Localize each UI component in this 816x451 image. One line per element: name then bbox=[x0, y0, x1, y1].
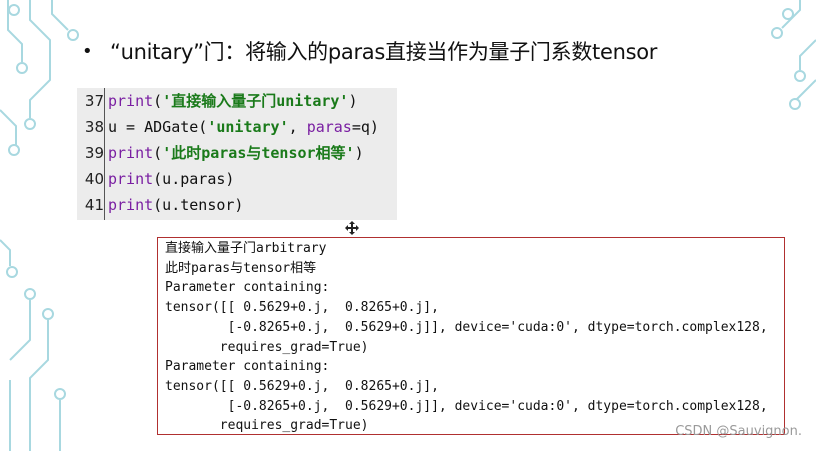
code-token: ( bbox=[153, 92, 163, 110]
code-line: 40 print(u.paras) bbox=[77, 166, 235, 192]
code-line: 41 print(u.tensor) bbox=[77, 192, 244, 218]
code-token: ) bbox=[354, 144, 364, 162]
output-line: tensor([[ 0.5629+0.j, 0.8265+0.j], bbox=[165, 300, 439, 316]
code-token: ( bbox=[153, 144, 163, 162]
slide-heading-text: “unitary”门：将输入的paras直接当作为量子门系数tensor bbox=[110, 40, 658, 64]
code-token: '直接输入量子门unitary' bbox=[162, 92, 349, 110]
output-line: Parameter containing: bbox=[165, 359, 330, 375]
output-line: 直接输入量子门arbitrary bbox=[165, 241, 327, 256]
output-line: requires_grad=True) bbox=[165, 418, 369, 434]
watermark: CSDN @Sauvignon. bbox=[675, 424, 802, 439]
output-line: 此时paras与tensor相等 bbox=[165, 260, 317, 276]
output-line: requires_grad=True) bbox=[165, 339, 369, 355]
line-number: 40 bbox=[84, 170, 104, 188]
line-number: 37 bbox=[84, 92, 104, 110]
code-token: print bbox=[108, 196, 154, 214]
code-token: (u.tensor) bbox=[153, 196, 244, 214]
code-source: print('直接输入量子门unitary') bbox=[104, 88, 358, 114]
code-line: 39 print('此时paras与tensor相等') bbox=[77, 140, 364, 166]
line-number: 39 bbox=[84, 144, 104, 162]
output-line: [-0.8265+0.j, 0.5629+0.j]], device='cuda… bbox=[165, 398, 768, 414]
output-line: Parameter containing: bbox=[165, 280, 330, 296]
code-token: print bbox=[108, 170, 154, 188]
code-block: 37 print('直接输入量子门unitary') 38 u = ADGate('u… bbox=[77, 88, 397, 220]
code-source: print('此时paras与tensor相等') bbox=[104, 140, 364, 166]
code-token: '此时paras与tensor相等' bbox=[162, 144, 355, 162]
code-token: (u.paras) bbox=[153, 170, 235, 188]
code-token: paras bbox=[306, 118, 352, 136]
code-source: u = ADGate('unitary', paras=q) bbox=[104, 114, 379, 140]
code-source: print(u.tensor) bbox=[104, 192, 243, 218]
line-number: 38 bbox=[84, 118, 104, 136]
code-token: print bbox=[108, 144, 154, 162]
output-line: tensor([[ 0.5629+0.j, 0.8265+0.j], bbox=[165, 378, 439, 394]
code-token: ) bbox=[348, 92, 358, 110]
output-console: 直接输入量子门arbitrary 此时paras与tensor相等 Paramete… bbox=[157, 237, 785, 435]
code-token: 'unitary' bbox=[207, 118, 289, 136]
code-source: print(u.paras) bbox=[104, 166, 234, 192]
code-token: print bbox=[108, 92, 154, 110]
code-line: 37 print('直接输入量子门unitary') bbox=[77, 88, 358, 114]
bullet: • bbox=[82, 41, 93, 62]
code-line: 38 u = ADGate('unitary', paras=q) bbox=[77, 114, 379, 140]
code-token: , bbox=[288, 118, 307, 136]
slide-heading: • “unitary”门：将输入的paras直接当作为量子门系数tensor bbox=[82, 36, 657, 66]
line-number: 41 bbox=[84, 196, 104, 214]
code-token: u = ADGate( bbox=[108, 118, 208, 136]
output-line: [-0.8265+0.j, 0.5629+0.j]], device='cuda… bbox=[165, 319, 768, 335]
code-token: =q) bbox=[351, 118, 379, 136]
